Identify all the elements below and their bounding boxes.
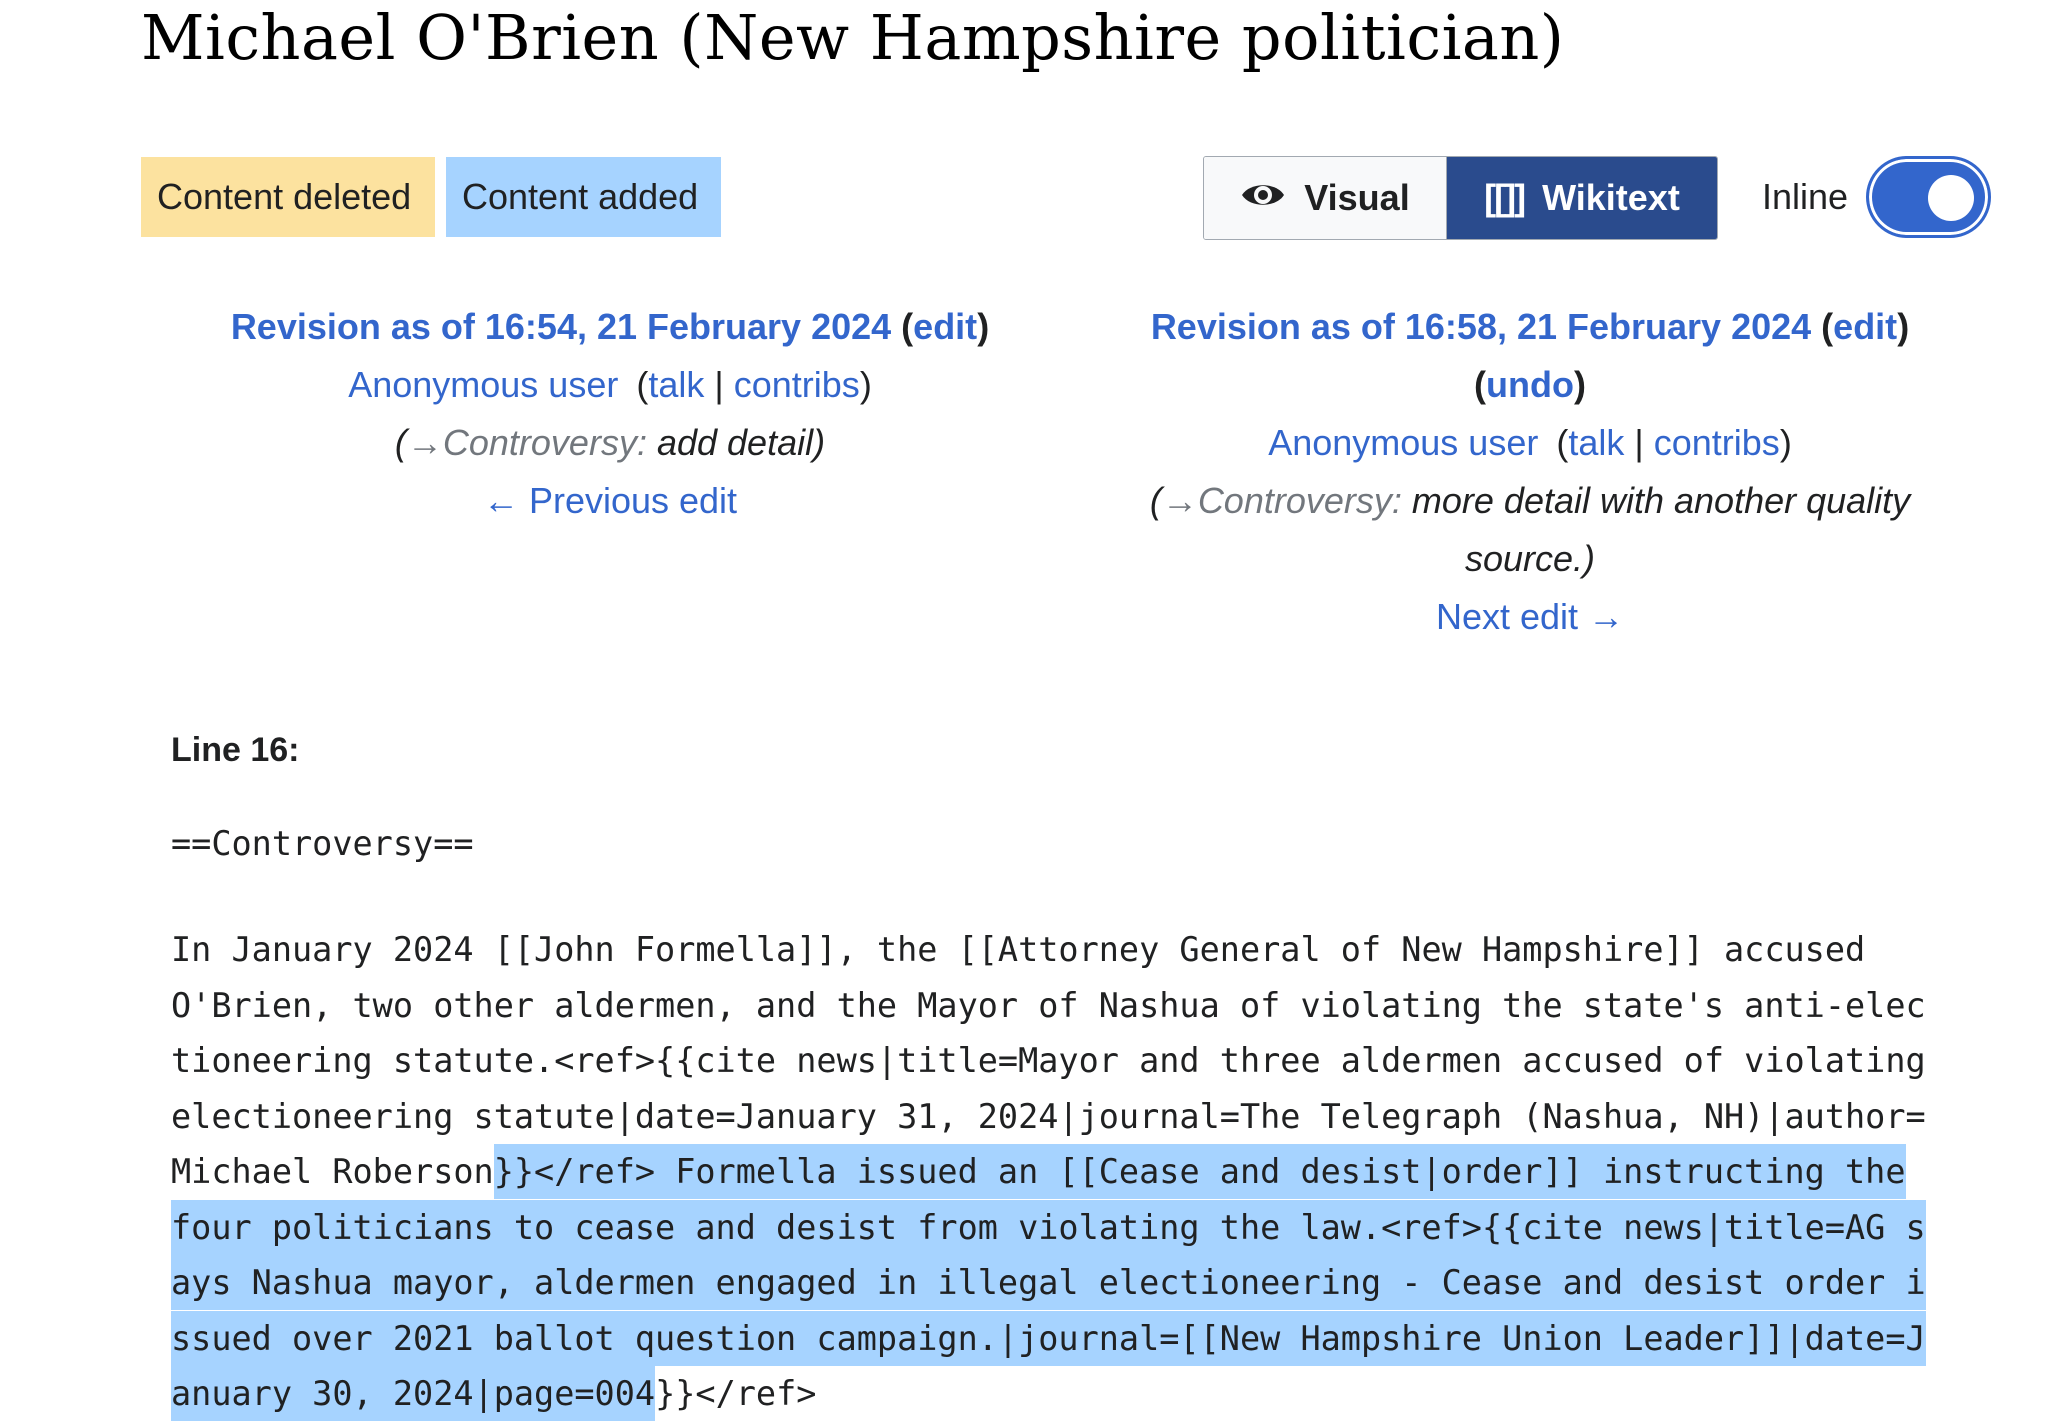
next-edit-link[interactable]: Next edit → [1436,596,1624,637]
new-revision-title-line: Revision as of 16:58, 21 February 2024 (… [1100,298,1960,356]
new-revision-edit-link[interactable]: edit [1833,306,1897,347]
eye-icon [1240,177,1286,219]
new-revision-talk-link[interactable]: talk [1568,422,1624,463]
legend-content-added: Content added [446,157,721,237]
diff-paragraph: In January 2024 [[John Formella]], the [… [171,922,1931,1422]
inline-toggle-label: Inline [1762,176,1849,217]
separator: | [1634,422,1644,463]
new-revision-user-link[interactable]: Anonymous user [1268,422,1538,463]
old-revision-edit-link[interactable]: edit [913,306,977,347]
page-title: Michael O'Brien (New Hampshire politicia… [141,1,1565,74]
wikitext-button[interactable]: [[]] Wikitext [1447,157,1717,239]
old-revision-title-line: Revision as of 16:54, 21 February 2024 (… [160,298,1060,356]
old-revision-summary: (→Controversy: add detail) [394,422,826,463]
new-revision-link[interactable]: Revision as of 16:58, 21 February 2024 [1151,306,1811,347]
new-revision-summary-text: more detail with another quality source. [1411,480,1911,579]
new-revision-user-line: Anonymous user (talk | contribs) [1268,422,1792,463]
paren: ) [1897,306,1910,347]
new-revision-contribs-link[interactable]: contribs [1654,422,1780,463]
diff-unchanged-tail: }}</ref> [655,1374,817,1413]
old-revision-user-link[interactable]: Anonymous user [348,364,618,405]
inline-toggle-switch[interactable] [1866,156,1991,238]
previous-edit-link[interactable]: ← Previous edit [483,480,737,521]
legend-content-deleted: Content deleted [141,157,435,237]
paren: ( [901,306,914,347]
wikitext-brackets-icon: [[]] [1484,177,1526,218]
diff-context-heading: ==Controversy== [171,824,474,863]
old-revision-talk-link[interactable]: talk [648,364,704,405]
separator: | [714,364,724,405]
old-revision-header: Revision as of 16:54, 21 February 2024 (… [160,298,1060,530]
old-revision-section-link[interactable]: →Controversy: [407,422,647,463]
old-revision-summary-text: add detail [656,422,814,463]
visual-button[interactable]: Visual [1204,157,1447,239]
new-revision-section-link[interactable]: →Controversy: [1162,480,1402,521]
old-revision-user-line: Anonymous user (talk | contribs) [348,364,872,405]
paren: ) [977,306,990,347]
old-revision-link[interactable]: Revision as of 16:54, 21 February 2024 [231,306,891,347]
old-revision-contribs-link[interactable]: contribs [734,364,860,405]
wikitext-button-label: Wikitext [1542,177,1680,218]
inline-toggle-knob [1928,175,1974,221]
diff-line-number: Line 16: [171,731,300,769]
visual-button-label: Visual [1304,177,1410,218]
paren: ( [1821,306,1834,347]
undo-link[interactable]: undo [1486,364,1574,405]
diff-view-toggle: Visual [[]] Wikitext [1203,156,1718,240]
new-revision-summary: (→Controversy: more detail with another … [1149,480,1911,579]
new-revision-header: Revision as of 16:58, 21 February 2024 (… [1100,298,1960,646]
